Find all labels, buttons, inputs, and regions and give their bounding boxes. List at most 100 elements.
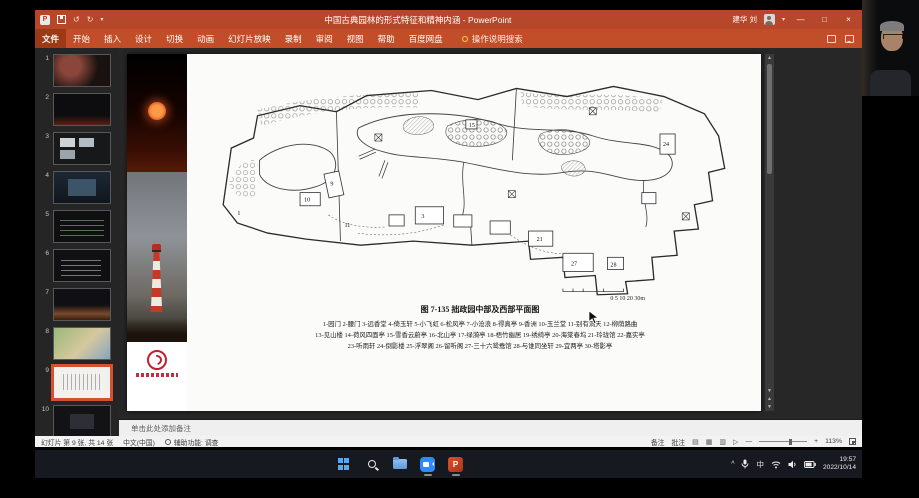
tab-review[interactable]: 审阅 xyxy=(309,29,340,48)
svg-text:10: 10 xyxy=(304,198,310,204)
zoom-out-button[interactable]: — xyxy=(745,438,752,445)
svg-text:28: 28 xyxy=(610,262,616,268)
thumbnail-image xyxy=(53,405,111,436)
slide-thumbnail-8[interactable]: 8 xyxy=(40,327,115,360)
vertical-scrollbar[interactable]: ▲ ▼ ▲ ▼ xyxy=(765,54,774,411)
fit-to-window-icon[interactable] xyxy=(849,438,856,445)
ime-indicator[interactable]: 中 xyxy=(756,459,764,470)
tab-design[interactable]: 设计 xyxy=(128,29,159,48)
tab-home[interactable]: 开始 xyxy=(66,29,97,48)
tab-help[interactable]: 帮助 xyxy=(371,29,402,48)
tab-insert[interactable]: 插入 xyxy=(97,29,128,48)
minimize-button[interactable]: — xyxy=(792,15,809,24)
tab-view[interactable]: 视图 xyxy=(340,29,371,48)
battery-icon[interactable] xyxy=(804,461,816,468)
slide-number: 3 xyxy=(40,132,49,165)
language-indicator[interactable]: 中文(中国) xyxy=(123,437,155,447)
editor-column: 3 10 9 15 27 24 1 11 21 28 xyxy=(119,48,862,436)
save-icon[interactable] xyxy=(57,15,66,24)
webcam-video[interactable] xyxy=(862,0,919,96)
slide-thumbnail-7[interactable]: 7 xyxy=(40,288,115,321)
zoom-slider-knob[interactable] xyxy=(789,439,793,445)
reading-view-icon[interactable]: ▥ xyxy=(719,438,726,446)
slideshow-view-icon[interactable]: ▷ xyxy=(733,438,738,446)
tab-file[interactable]: 文件 xyxy=(35,29,66,48)
slide-thumbnail-4[interactable]: 4 xyxy=(40,171,115,204)
quick-access-dropdown-icon[interactable]: ▾ xyxy=(100,17,103,23)
start-button[interactable] xyxy=(335,456,352,473)
slide-thumbnail-2[interactable]: 2 xyxy=(40,93,115,126)
scroll-down-icon[interactable]: ▼ xyxy=(767,387,772,395)
thumbnail-image xyxy=(53,54,111,87)
undo-icon[interactable]: ↺ xyxy=(73,16,80,24)
statusbar-right: 备注 批注 ▤ ▦ ▥ ▷ — + 113% xyxy=(651,437,856,447)
tab-slideshow[interactable]: 幻灯片放映 xyxy=(221,29,278,48)
thumbnail-image xyxy=(53,93,111,126)
slide-number: 5 xyxy=(40,210,49,243)
svg-text:11: 11 xyxy=(345,223,351,229)
tray-overflow-chevron-icon[interactable]: ^ xyxy=(731,461,734,468)
previous-slide-icon[interactable]: ▲ xyxy=(767,395,772,403)
title-bar: P ↺ ↻ ▾ 中国古典园林的形式特征和精神内涵 - PowerPoint 建华… xyxy=(35,10,862,29)
restore-button[interactable]: □ xyxy=(816,15,833,24)
zoom-in-button[interactable]: + xyxy=(814,438,818,445)
comments-toggle[interactable]: 批注 xyxy=(671,437,685,447)
slide-thumbnail-3[interactable]: 3 xyxy=(40,132,115,165)
tab-baidu-netdisk[interactable]: 百度网盘 xyxy=(402,29,450,48)
thumbnail-image xyxy=(53,288,111,321)
ribbon-display-options-icon[interactable]: ▾ xyxy=(782,17,785,23)
svg-text:9: 9 xyxy=(330,182,333,188)
account-name[interactable]: 建华 刘 xyxy=(732,14,757,25)
wifi-icon[interactable] xyxy=(771,460,781,469)
scrollbar-thumb[interactable] xyxy=(767,64,772,174)
accessibility-label: 辅助功能: 调查 xyxy=(174,437,219,447)
garden-plan-drawing: 3 10 9 15 27 24 1 11 21 28 xyxy=(207,62,753,302)
lighthouse-ground xyxy=(127,318,187,342)
notes-toggle[interactable]: 备注 xyxy=(651,437,665,447)
slide-thumbnail-5[interactable]: 5 xyxy=(40,210,115,243)
slide-editor: 3 10 9 15 27 24 1 11 21 28 xyxy=(119,48,862,419)
redo-icon[interactable]: ↻ xyxy=(87,16,94,24)
comment-icon[interactable] xyxy=(845,35,854,43)
powerpoint-window: P ↺ ↻ ▾ 中国古典园林的形式特征和精神内涵 - PowerPoint 建华… xyxy=(35,10,862,447)
tab-animations[interactable]: 动画 xyxy=(190,29,221,48)
slide-thumbnail-1[interactable]: 1 xyxy=(40,54,115,87)
slide-sorter-view-icon[interactable]: ▦ xyxy=(706,438,713,446)
share-icon[interactable] xyxy=(827,35,836,43)
slide-thumbnail-9-selected[interactable]: 9 xyxy=(40,366,115,399)
taskbar-search[interactable] xyxy=(363,456,380,473)
notes-pane[interactable]: 单击此处添加备注 xyxy=(119,419,862,436)
tab-transitions[interactable]: 切换 xyxy=(159,29,190,48)
next-slide-icon[interactable]: ▼ xyxy=(767,403,772,411)
lighthouse-tower xyxy=(150,252,163,312)
slide-thumbnail-6[interactable]: 6 xyxy=(40,249,115,282)
powerpoint-icon: P xyxy=(40,15,50,25)
close-button[interactable]: × xyxy=(840,15,857,24)
accessibility-status[interactable]: 辅助功能: 调查 xyxy=(165,437,219,447)
normal-view-icon[interactable]: ▤ xyxy=(692,438,699,446)
zoom-slider[interactable] xyxy=(759,441,807,442)
account-avatar[interactable] xyxy=(764,14,775,25)
meeting-app-button[interactable] xyxy=(419,456,436,473)
slide-thumbnail-10[interactable]: 10 xyxy=(40,405,115,436)
microphone-icon[interactable] xyxy=(741,459,749,469)
svg-text:1: 1 xyxy=(237,211,240,217)
clock[interactable]: 19:57 2022/10/14 xyxy=(823,456,856,472)
tell-me-search[interactable]: 操作说明搜索 xyxy=(462,33,523,45)
speaker-icon[interactable] xyxy=(788,460,797,469)
running-indicator xyxy=(452,474,460,476)
slide-canvas[interactable]: 3 10 9 15 27 24 1 11 21 28 xyxy=(127,54,761,411)
zoom-level[interactable]: 113% xyxy=(825,438,842,445)
scale-bar-label: 0 5 10 20 30m xyxy=(207,296,753,302)
tray-time: 19:57 xyxy=(839,456,856,463)
slide-number: 7 xyxy=(40,288,49,321)
file-explorer-button[interactable] xyxy=(391,456,408,473)
slide-number: 1 xyxy=(40,54,49,87)
tab-record[interactable]: 录制 xyxy=(278,29,309,48)
college-logo-emblem xyxy=(147,350,167,370)
powerpoint-taskbar-button[interactable]: P xyxy=(447,456,464,473)
lighthouse-photo xyxy=(127,172,187,342)
slide-number: 8 xyxy=(40,327,49,360)
ribbon-right-icons xyxy=(827,35,862,43)
scroll-up-icon[interactable]: ▲ xyxy=(767,54,772,62)
